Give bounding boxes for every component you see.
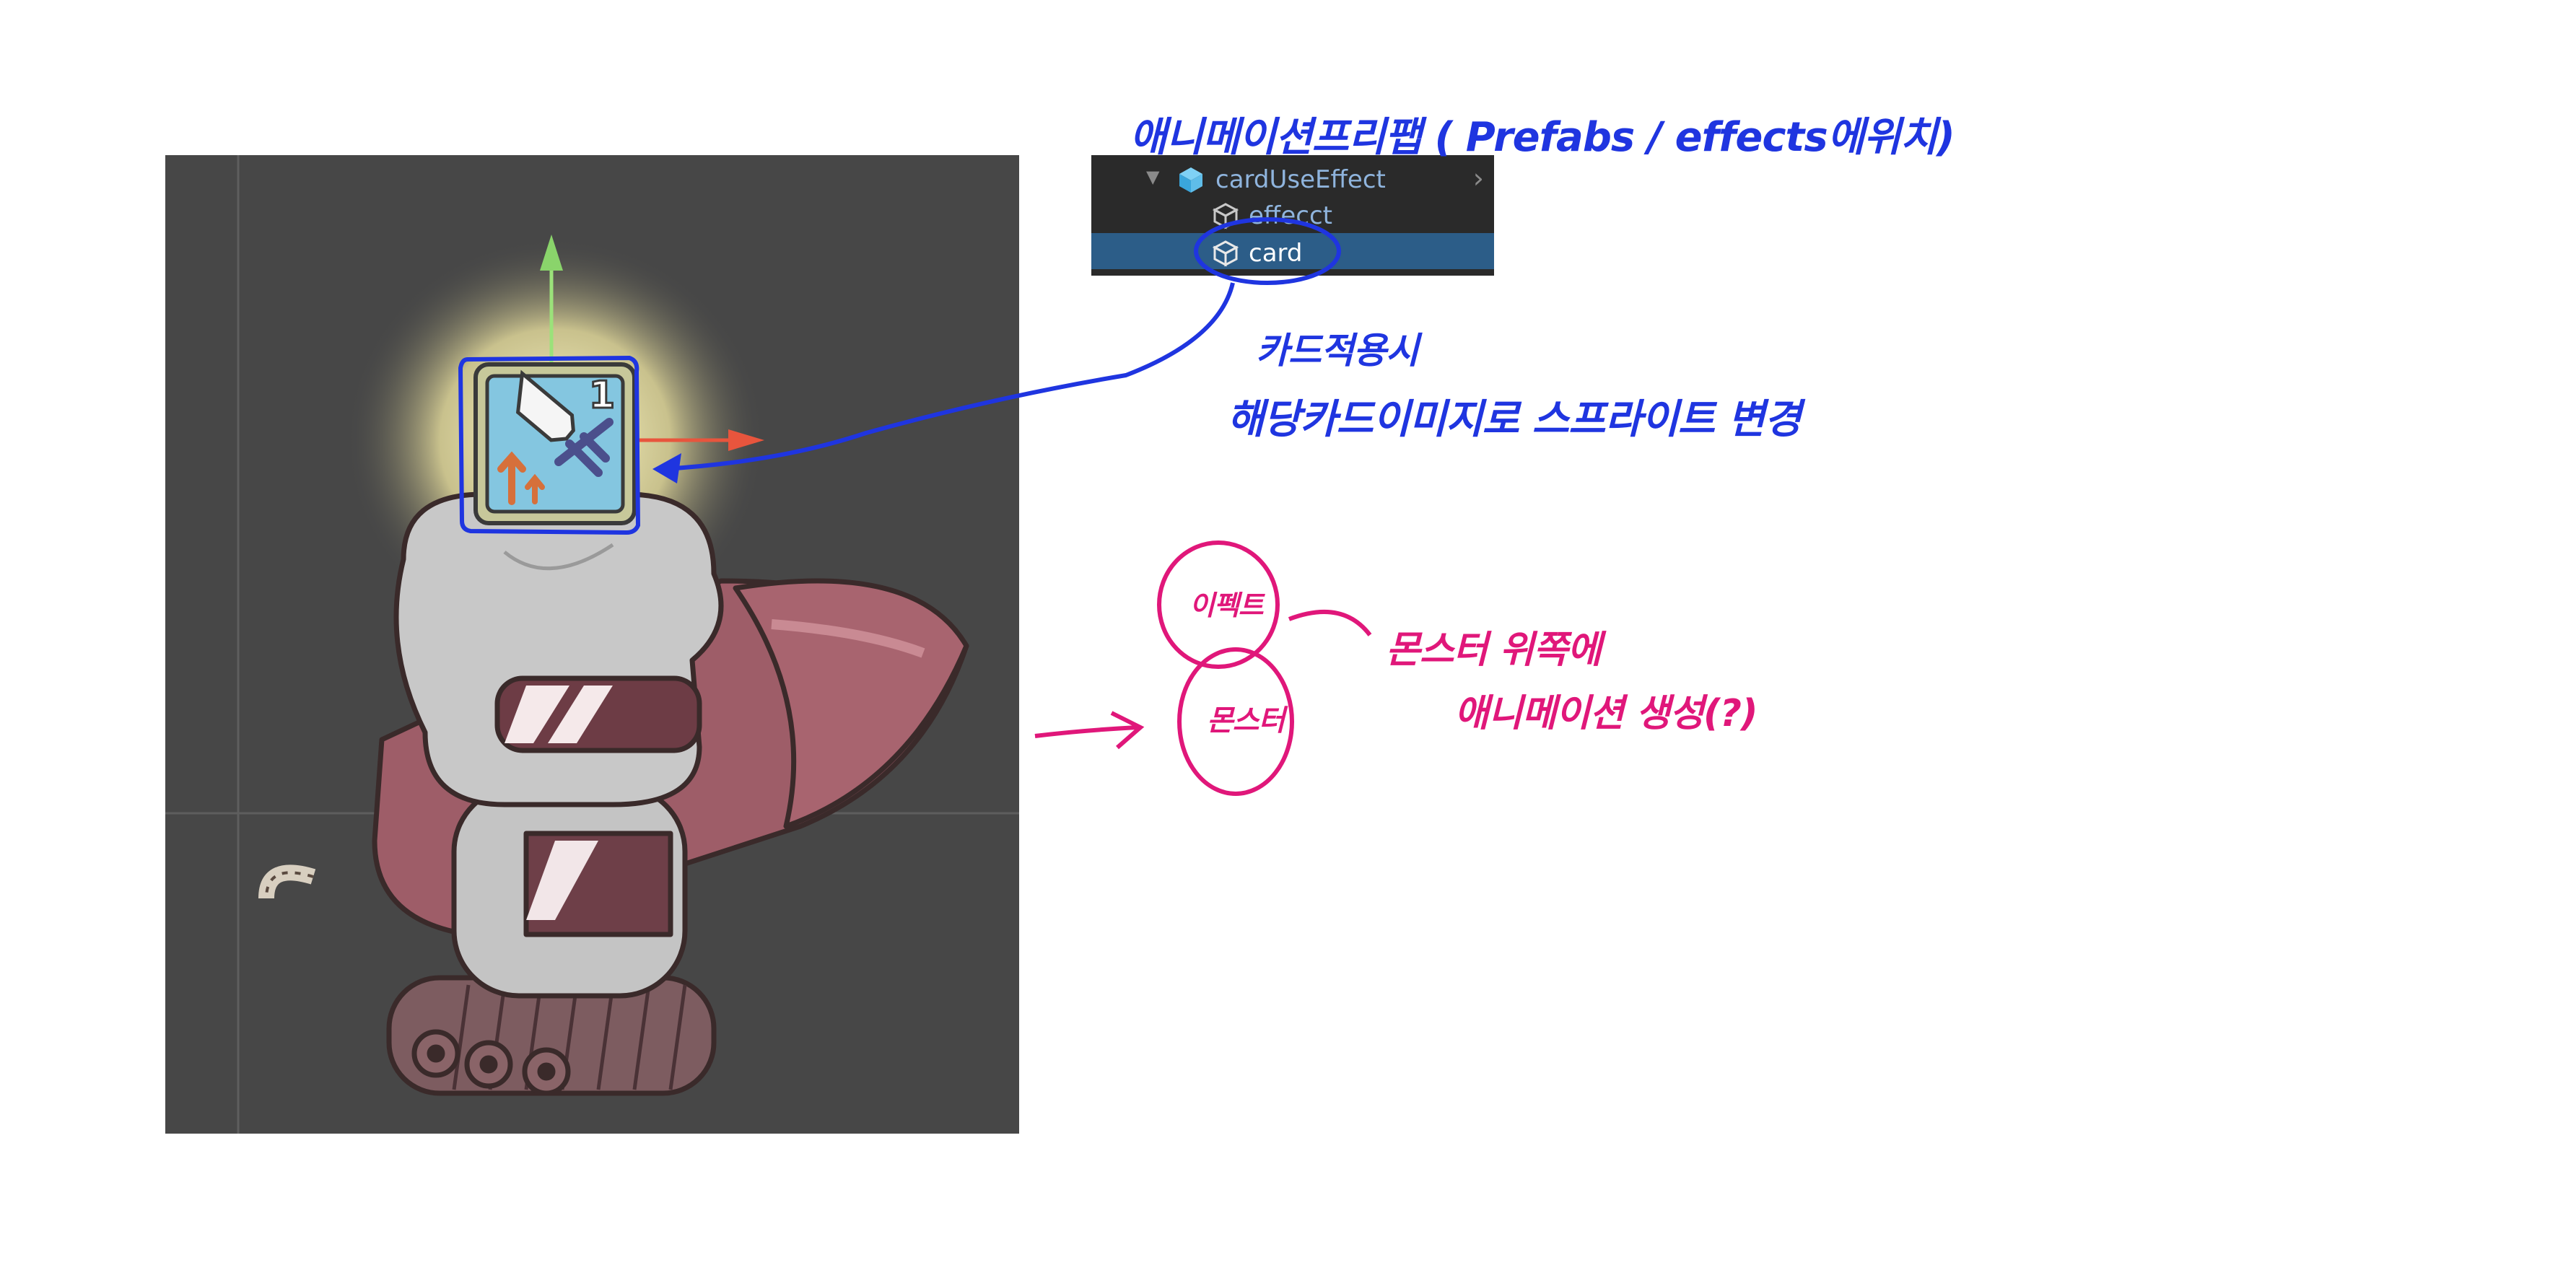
annotation-monster-note-line1: 몬스터 위쪽에 (1386, 629, 1602, 672)
hierarchy-row-effecct[interactable]: effecct (1091, 196, 1494, 232)
hierarchy-row-cardUseEffect[interactable]: ▼ cardUseEffect › (1091, 159, 1494, 196)
monster-sprite[interactable] (258, 473, 969, 1096)
hierarchy-row-card[interactable]: card (1091, 233, 1494, 269)
hierarchy-label-cardUseEffect: cardUseEffect (1215, 165, 1386, 194)
chevron-right-icon[interactable]: › (1473, 162, 1484, 194)
annotation-effect-label: 이펙트 (1189, 590, 1264, 621)
pink-arrow (1034, 725, 1138, 738)
card-cost: 1 (589, 374, 615, 417)
scene-view[interactable]: 1 (165, 155, 1019, 1134)
annotation-prefab-title: 애니메이션프리팹 ( Prefabs / effects에위치) (1130, 114, 1955, 161)
annotation-card-note-line1: 카드적용시 (1256, 330, 1419, 372)
pink-arrowhead (1110, 711, 1145, 750)
annotation-card-note-line2: 해당카드이미지로 스프라이트 변경 (1227, 396, 1802, 443)
annotation-monster-label: 몬스터 (1207, 704, 1285, 737)
expand-triangle-icon[interactable]: ▼ (1146, 167, 1159, 187)
gameobject-cube-icon (1212, 203, 1239, 229)
hierarchy-panel[interactable]: ▼ cardUseEffect › effecct card (1091, 155, 1494, 276)
gameobject-cube-icon (1212, 240, 1239, 267)
hierarchy-label-effecct: effecct (1249, 201, 1332, 230)
hierarchy-label-card: card (1249, 239, 1303, 268)
effect-connector-line (1288, 610, 1372, 636)
card-sprite[interactable]: 1 (473, 362, 637, 525)
annotation-monster-note-line2: 애니메이션 생성(?) (1454, 692, 1758, 735)
prefab-cube-icon (1179, 167, 1202, 193)
